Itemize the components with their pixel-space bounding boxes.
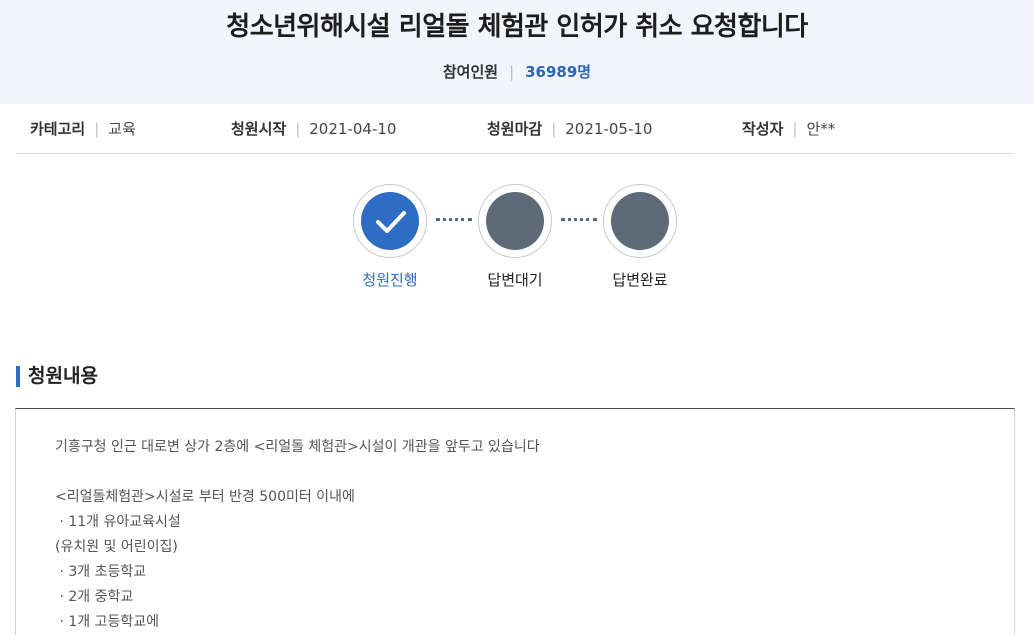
step-circle (486, 192, 544, 250)
meta-end-date: 청원마감 | 2021-05-10 (487, 117, 652, 141)
start-label: 청원시작 (231, 120, 287, 138)
participants-count: 36989명 (525, 63, 592, 81)
category-label: 카테고리 (30, 120, 86, 138)
meta-author: 작성자 | 안** (742, 117, 835, 141)
step-in-progress (353, 184, 427, 258)
petition-title: 청소년위해시설 리얼돌 체험관 인허가 취소 요청합니다 (226, 12, 808, 42)
participants-summary: 참여인원 | 36989명 (0, 61, 1034, 83)
meta-start-date: 청원시작 | 2021-04-10 (231, 117, 396, 141)
author-value: 안** (806, 120, 836, 138)
content-line: · 2개 중학교 (55, 589, 134, 605)
content-line (55, 460, 995, 485)
content-line: (유치원 및 어린이집) (55, 539, 178, 555)
end-label: 청원마감 (487, 120, 543, 138)
separator: | (792, 120, 798, 138)
step-label-in-progress: 청원진행 (362, 271, 418, 289)
content-line: · 11개 유아교육시설 (55, 514, 181, 530)
end-value: 2021-05-10 (565, 120, 653, 138)
content-line: · 1개 고등학교에 (55, 614, 159, 630)
separator: | (94, 120, 100, 138)
step-connector (436, 218, 472, 222)
author-label: 작성자 (742, 120, 784, 138)
step-circle (611, 192, 669, 250)
separator: | (509, 63, 515, 81)
start-value: 2021-04-10 (309, 120, 397, 138)
category-value: 교육 (108, 120, 136, 138)
step-awaiting-answer (478, 184, 552, 258)
content-line: <리얼돌체험관>시설로 부터 반경 500미터 이내에 (55, 489, 355, 505)
meta-category: 카테고리 | 교육 (30, 117, 136, 141)
step-answered (603, 184, 677, 258)
separator: | (295, 120, 301, 138)
step-label-answered: 답변완료 (612, 271, 668, 289)
participants-label: 참여인원 (442, 63, 499, 81)
petition-content: 기흥구청 인근 대로변 상가 2층에 <리얼돌 체험관>시설이 개관을 앞두고 … (55, 435, 995, 635)
step-connector (561, 218, 597, 222)
separator: | (551, 120, 557, 138)
meta-divider (16, 153, 1014, 154)
step-label-awaiting-answer: 답변대기 (487, 271, 543, 289)
section-marker (16, 366, 20, 387)
section-title: 청원내용 (28, 365, 98, 387)
content-line: · 3개 초등학교 (55, 564, 147, 580)
content-line: 기흥구청 인근 대로변 상가 2층에 <리얼돌 체험관>시설이 개관을 앞두고 … (55, 439, 540, 455)
check-icon (376, 211, 406, 233)
